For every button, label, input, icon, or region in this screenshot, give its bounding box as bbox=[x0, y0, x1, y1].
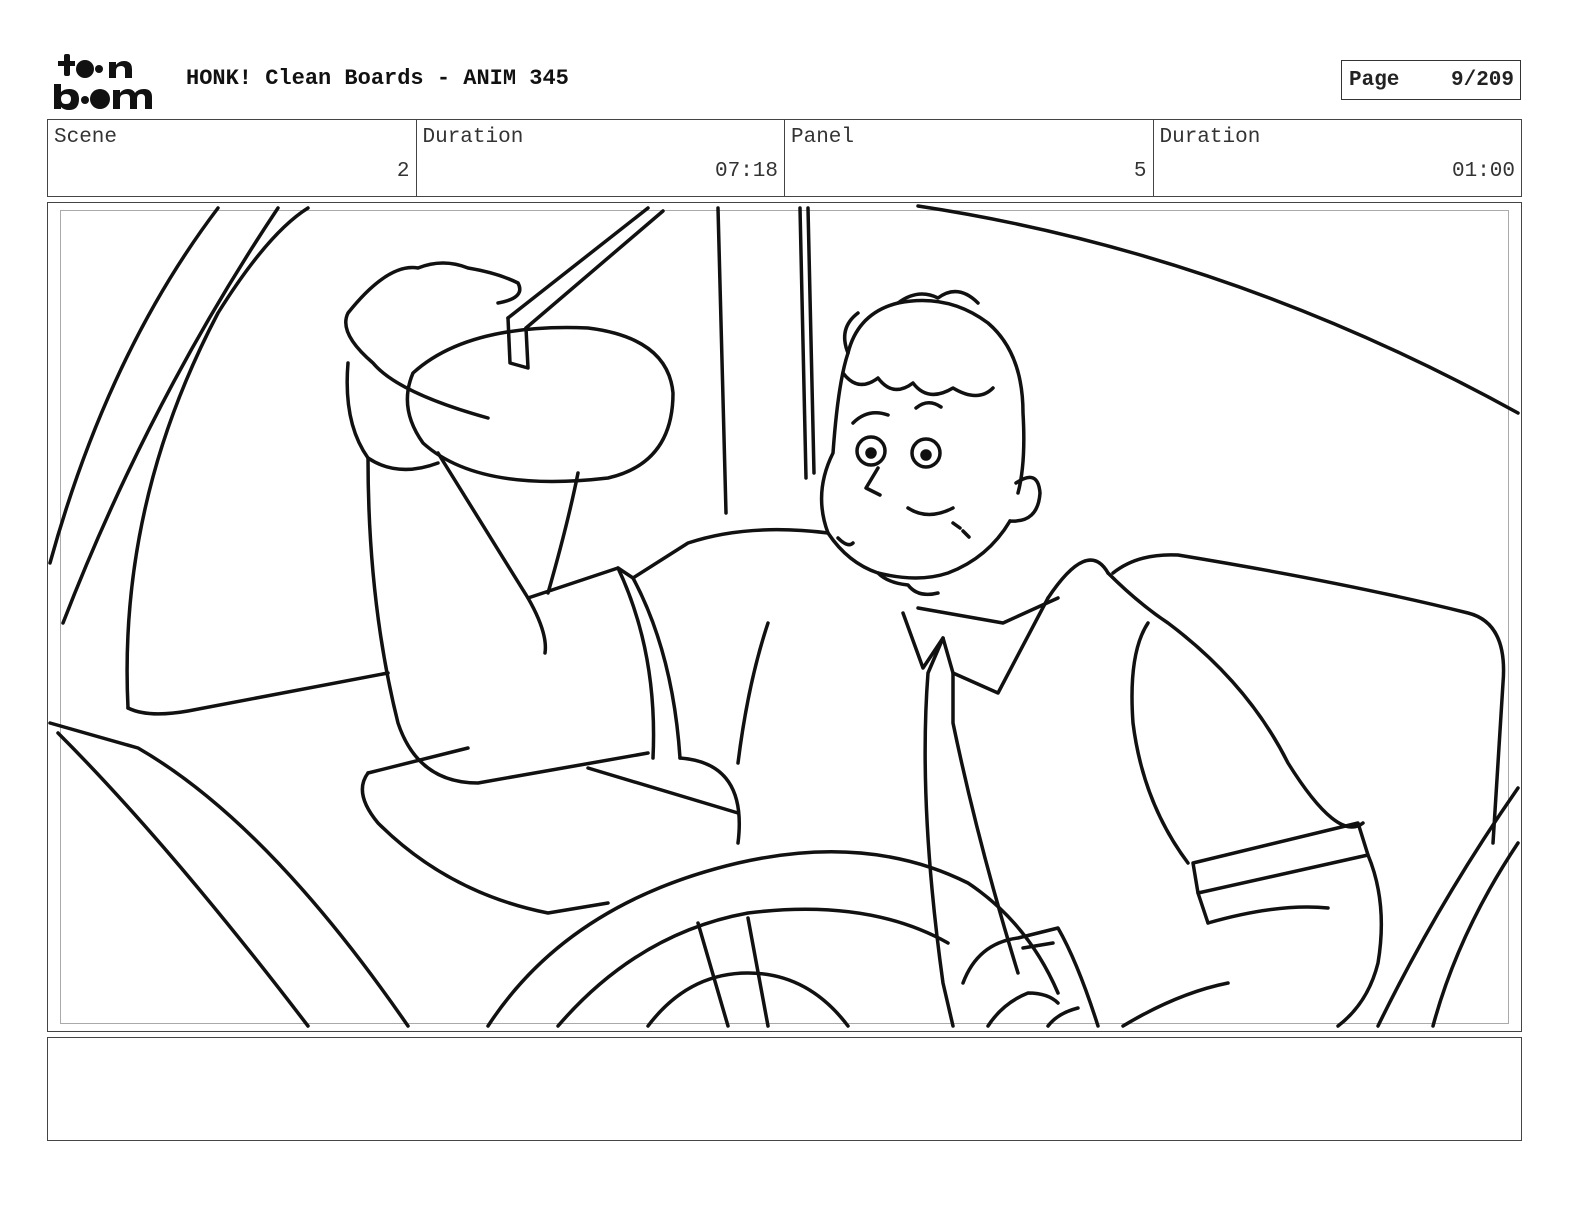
scene-duration-value: 07:18 bbox=[714, 160, 778, 183]
panel-value: 5 bbox=[1133, 160, 1147, 183]
scene-value: 2 bbox=[396, 160, 410, 183]
page-label: Page bbox=[1349, 69, 1400, 92]
page-value: 9/209 bbox=[1450, 69, 1514, 92]
panel-duration-value: 01:00 bbox=[1451, 160, 1515, 183]
toon-boom-logo-icon bbox=[54, 54, 152, 110]
scene-duration-cell: Duration 07:18 bbox=[417, 120, 785, 196]
scene-cell: Scene 2 bbox=[48, 120, 417, 196]
panel-label: Panel bbox=[791, 126, 855, 149]
scene-label: Scene bbox=[54, 126, 118, 149]
panel-cell: Panel 5 bbox=[785, 120, 1154, 196]
page-indicator: Page 9/209 bbox=[1341, 60, 1521, 100]
panel-notes-box bbox=[47, 1037, 1522, 1141]
scene-duration-label: Duration bbox=[422, 126, 524, 149]
scene-info-table: Scene 2 Duration 07:18 Panel 5 Duration … bbox=[47, 119, 1522, 197]
panel-duration-cell: Duration 01:00 bbox=[1154, 120, 1522, 196]
storyboard-drawing bbox=[48, 204, 1520, 1028]
panel-duration-label: Duration bbox=[1159, 126, 1261, 149]
document-title: HONK! Clean Boards - ANIM 345 bbox=[186, 66, 569, 91]
toon-boom-logo bbox=[52, 52, 164, 112]
